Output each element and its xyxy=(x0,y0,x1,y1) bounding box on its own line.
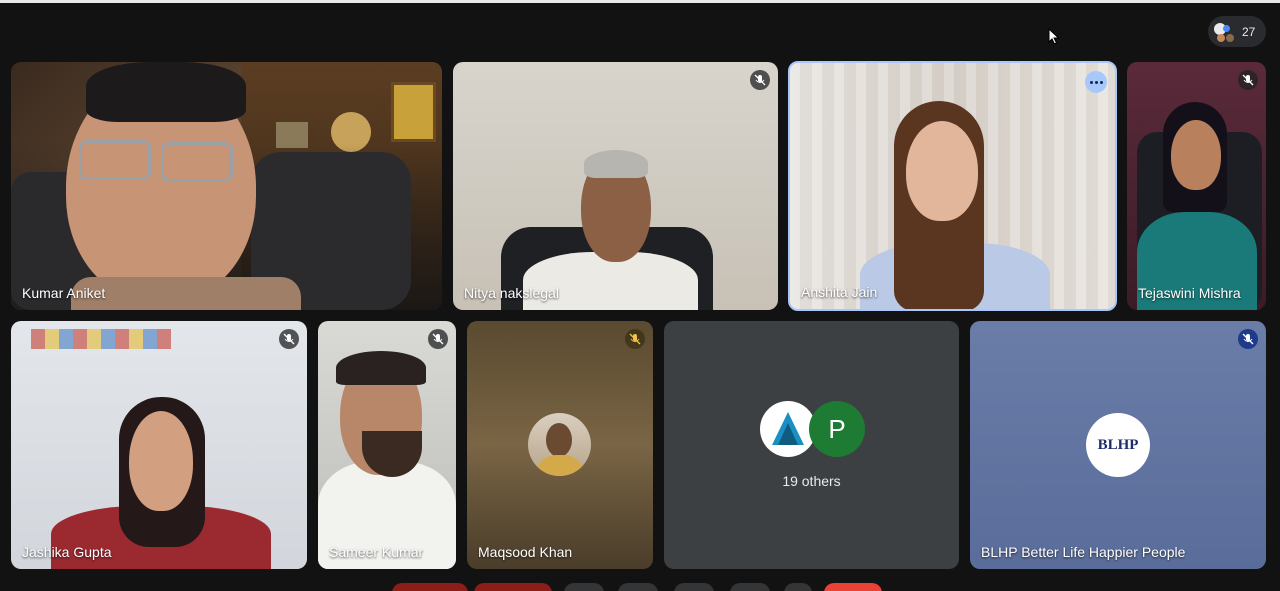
participants-button[interactable]: 27 xyxy=(1208,16,1266,47)
participant-tile-nitya-nakslegal[interactable]: Nitya nakslegal xyxy=(453,62,778,310)
participant-name: Jashika Gupta xyxy=(22,544,112,560)
mouse-cursor-icon xyxy=(1048,27,1060,45)
end-call-button[interactable] xyxy=(824,583,882,591)
participant-name: Sameer Kumar xyxy=(329,544,424,560)
participant-tile-tejaswini-mishra[interactable]: Tejaswini Mishra xyxy=(1127,62,1266,310)
others-count-label: 19 others xyxy=(782,473,841,489)
mic-off-icon xyxy=(1238,329,1258,349)
people-icon xyxy=(1214,21,1236,43)
mic-off-icon xyxy=(625,329,645,349)
video-feed xyxy=(318,321,456,569)
more-options-icon[interactable] xyxy=(1085,71,1107,93)
avatar: P xyxy=(809,401,865,457)
window-top-border xyxy=(0,0,1280,3)
participant-name: Nitya nakslegal xyxy=(464,285,559,301)
logo-icon xyxy=(772,412,804,445)
video-feed xyxy=(11,62,442,310)
mic-off-icon xyxy=(279,329,299,349)
participant-name: BLHP Better Life Happier People xyxy=(981,544,1186,560)
participant-tile-anshita-jain[interactable]: Anshita Jain xyxy=(788,61,1117,311)
participant-name: Anshita Jain xyxy=(801,284,878,300)
avatar xyxy=(760,401,816,457)
participant-tile-blhp[interactable]: BLHP BLHP Better Life Happier People xyxy=(970,321,1266,569)
camera-button[interactable] xyxy=(474,583,552,591)
participant-name: Kumar Aniket xyxy=(22,285,106,301)
mic-off-icon xyxy=(1238,70,1258,90)
video-feed xyxy=(11,321,307,569)
blhp-logo: BLHP xyxy=(1086,413,1150,477)
participant-tile-maqsood-khan[interactable]: Maqsood Khan xyxy=(467,321,653,569)
emoji-button[interactable] xyxy=(618,583,658,591)
present-button[interactable] xyxy=(674,583,714,591)
participant-tile-jashika-gupta[interactable]: Jashika Gupta xyxy=(11,321,307,569)
logo-text: BLHP xyxy=(1097,436,1139,453)
mic-button[interactable] xyxy=(392,583,468,591)
participant-tile-sameer-kumar[interactable]: Sameer Kumar xyxy=(318,321,456,569)
others-tile[interactable]: P 19 others xyxy=(664,321,959,569)
video-feed xyxy=(453,62,778,310)
mic-off-icon xyxy=(750,70,770,90)
participants-count: 27 xyxy=(1242,24,1256,39)
participant-name: Tejaswini Mishra xyxy=(1138,285,1241,301)
avatar-letter: P xyxy=(828,413,846,444)
avatar xyxy=(528,413,591,476)
participant-tile-kumar-aniket[interactable]: Kumar Aniket xyxy=(11,62,442,310)
more-options-button[interactable] xyxy=(784,583,812,591)
participant-name: Maqsood Khan xyxy=(478,544,573,560)
video-feed xyxy=(1127,62,1266,310)
raise-hand-button[interactable] xyxy=(730,583,770,591)
mic-off-icon xyxy=(428,329,448,349)
video-feed xyxy=(790,63,1115,309)
captions-button[interactable] xyxy=(564,583,604,591)
